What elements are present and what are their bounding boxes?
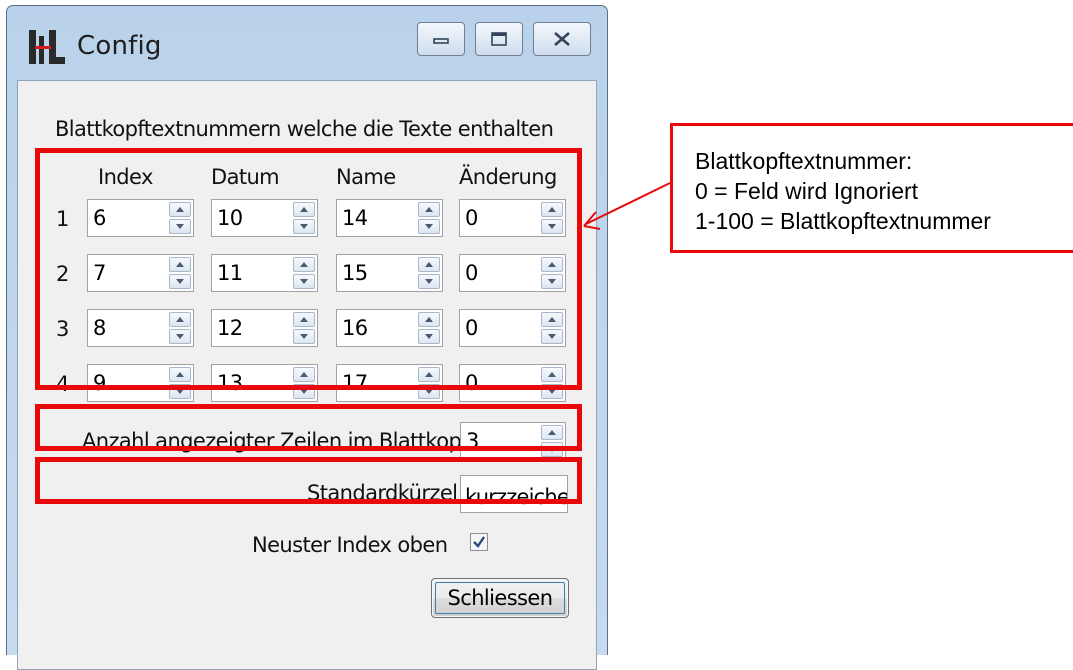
checkmark-icon [473,536,485,548]
callout-line-1: Blattkopftextnummer: [695,148,913,174]
close-button[interactable] [533,22,591,56]
title-bar[interactable]: Config [7,6,607,78]
app-logo-icon [27,28,67,68]
callout-line-3: 1-100 = Blattkopftextnummer [695,208,991,234]
maximize-icon [491,32,507,46]
callout-line-2: 0 = Feld wird Ignoriert [695,178,919,204]
header-label: Blattkopftextnummern welche die Texte en… [55,117,554,141]
close-dialog-label: Schliessen [447,586,553,610]
caption-buttons [417,22,591,56]
annotation-box-shortcut [35,457,582,504]
minimize-icon [433,38,449,44]
close-dialog-button[interactable]: Schliessen [431,578,569,618]
minimize-button[interactable] [417,22,465,56]
newest-index-checkbox[interactable] [470,533,488,551]
maximize-button[interactable] [475,22,523,56]
callout-arrow [583,182,671,230]
annotation-callout: Blattkopftextnummer: 0 = Feld wird Ignor… [670,123,1073,253]
close-icon [554,32,570,46]
annotation-box-grid [35,148,582,390]
window-title: Config [77,31,162,61]
newest-index-label: Neuster Index oben [252,533,448,557]
annotation-box-lines [35,404,582,451]
